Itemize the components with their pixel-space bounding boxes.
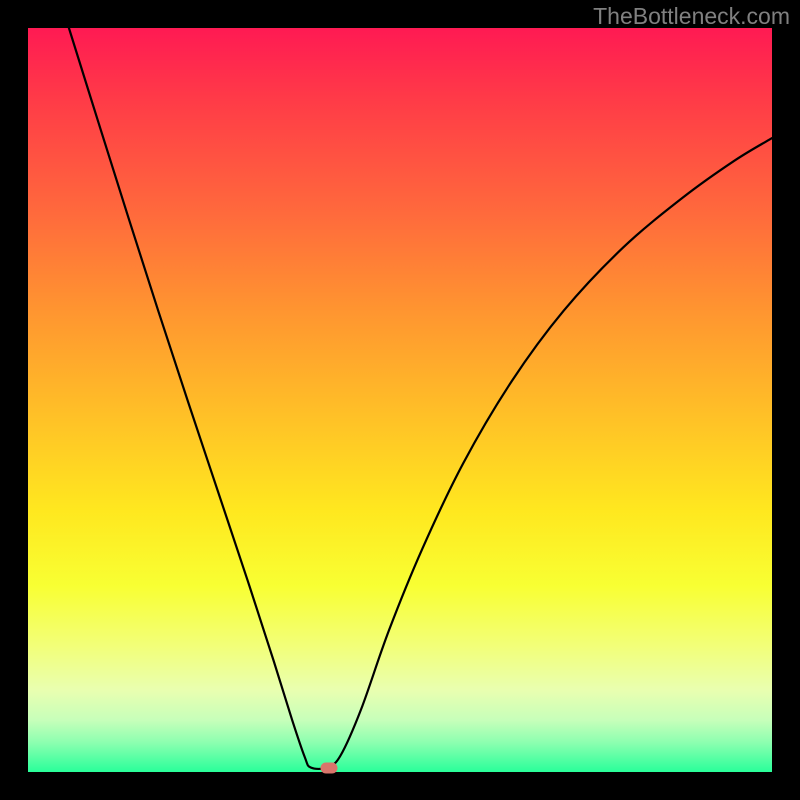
minimum-marker <box>321 762 338 773</box>
watermark-text: TheBottleneck.com <box>593 3 790 30</box>
chart-frame: TheBottleneck.com <box>0 0 800 800</box>
bottleneck-curve <box>28 28 772 772</box>
plot-area <box>28 28 772 772</box>
